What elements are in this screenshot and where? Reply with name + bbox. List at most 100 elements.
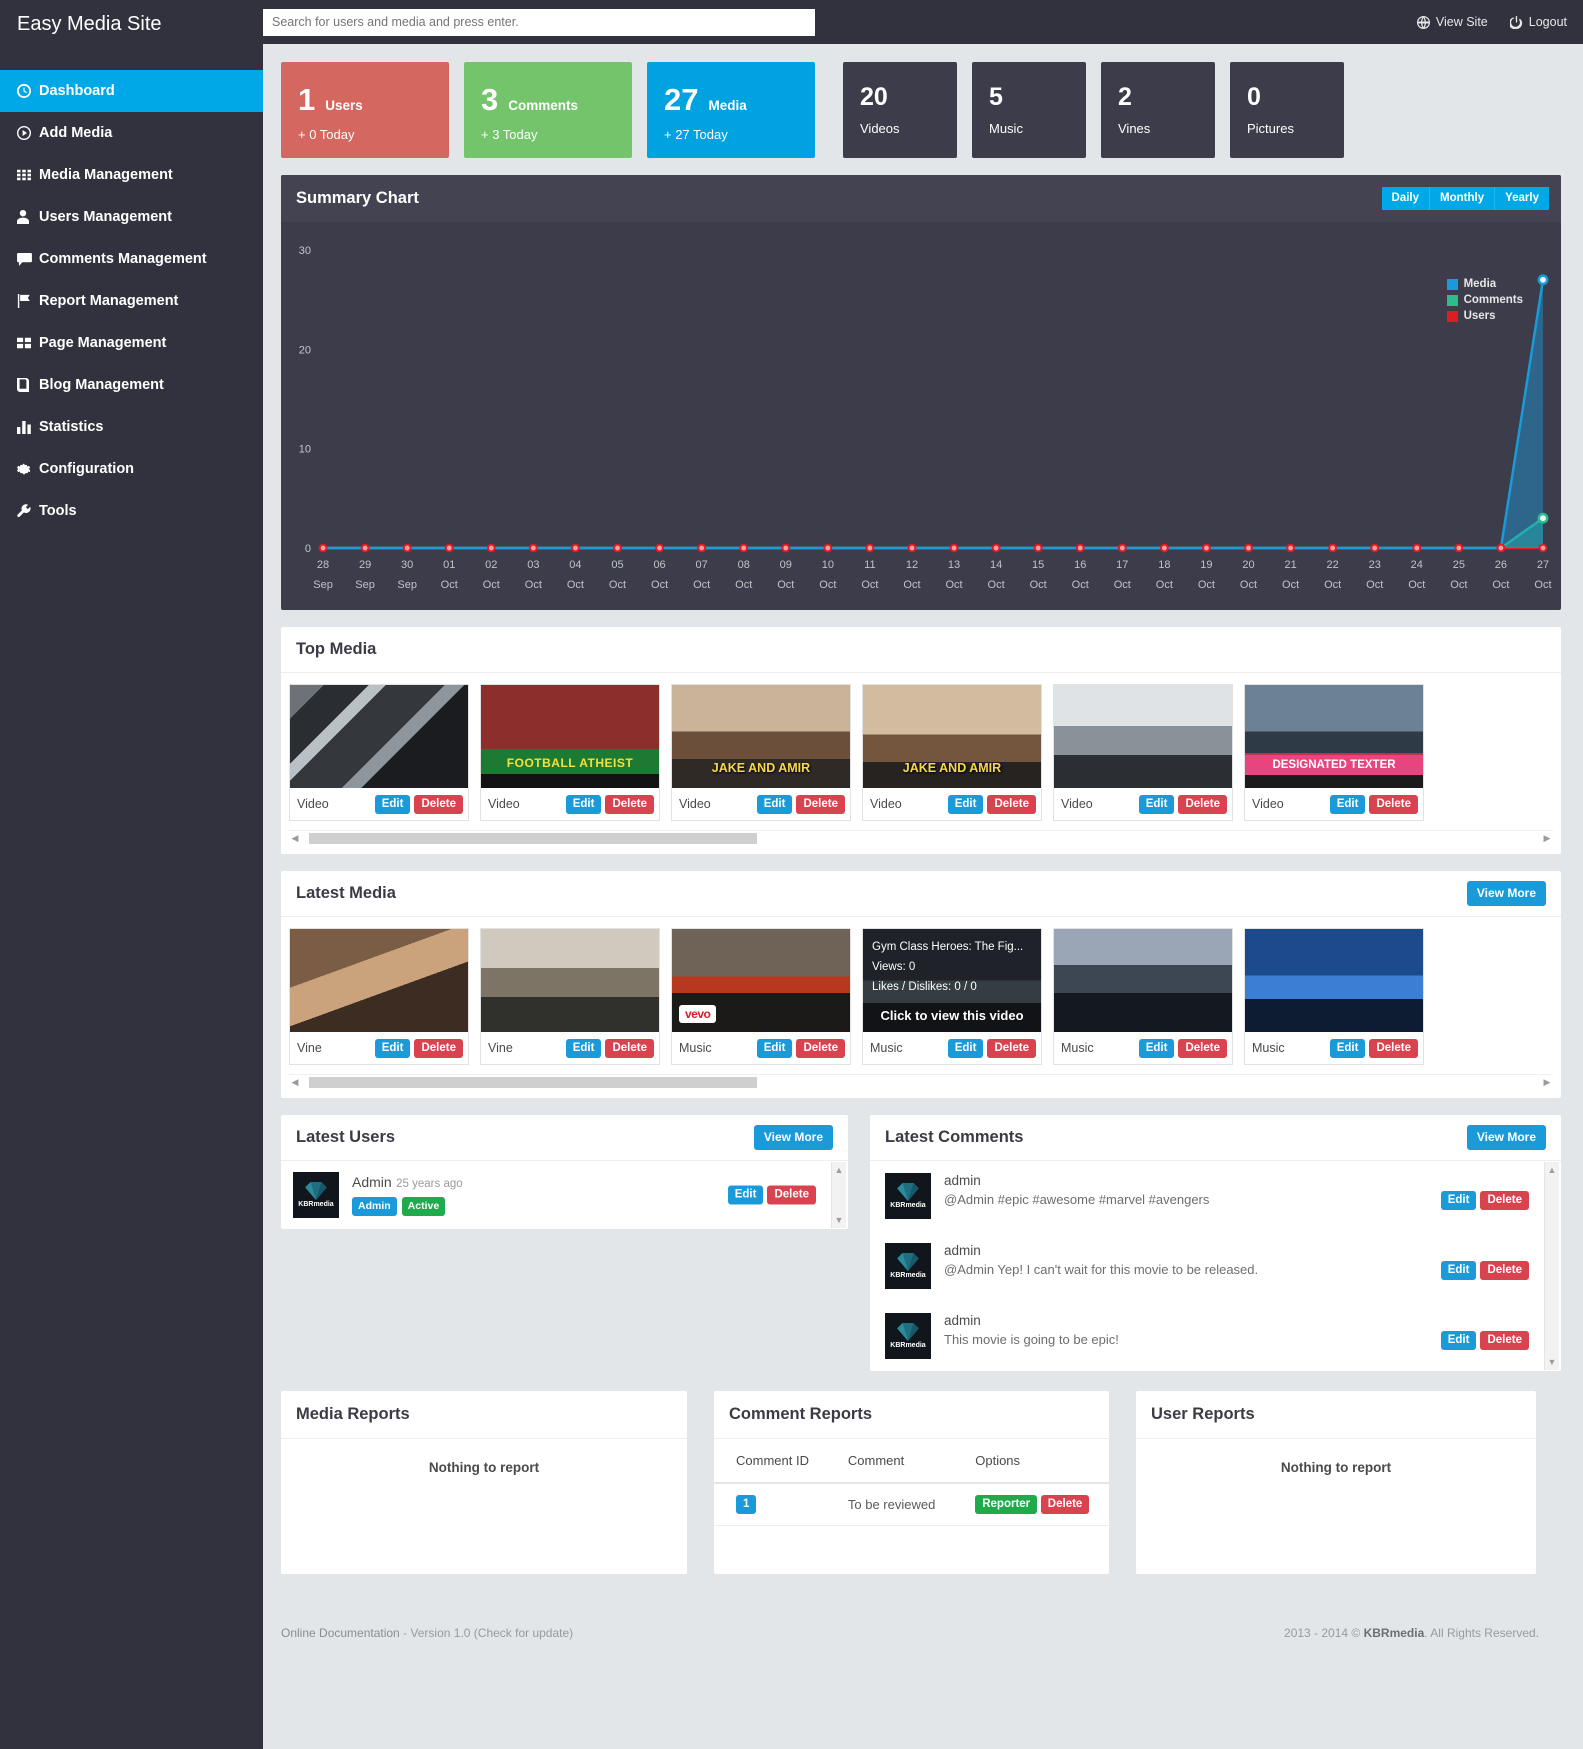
view-site-link[interactable]: View Site bbox=[1416, 15, 1488, 29]
sidebar-item-report-management[interactable]: Report Management bbox=[0, 280, 263, 322]
chart-range-yearly[interactable]: Yearly bbox=[1495, 187, 1549, 210]
sidebar-item-configuration[interactable]: Configuration bbox=[0, 448, 263, 490]
media-thumbnail[interactable] bbox=[290, 685, 468, 788]
delete-button[interactable]: Delete bbox=[414, 1038, 463, 1058]
delete-button[interactable]: Delete bbox=[1040, 1495, 1090, 1514]
edit-button[interactable]: Edit bbox=[565, 1038, 602, 1058]
delete-button[interactable]: Delete bbox=[605, 1038, 654, 1058]
media-thumbnail[interactable] bbox=[290, 929, 468, 1032]
list-item[interactable]: KBRmedia admin @Admin Yep! I can't wait fo… bbox=[870, 1231, 1561, 1301]
latest-media-scrollbar[interactable]: ◀ ▶ bbox=[289, 1074, 1553, 1089]
delete-button[interactable]: Delete bbox=[605, 794, 654, 814]
delete-button[interactable]: Delete bbox=[796, 1038, 845, 1058]
sidebar-item-users-management[interactable]: Users Management bbox=[0, 196, 263, 238]
scroll-thumb[interactable] bbox=[309, 832, 757, 844]
sidebar-item-tools[interactable]: Tools bbox=[0, 490, 263, 532]
media-card[interactable]: Vine Edit Delete bbox=[480, 928, 660, 1065]
chart-range-daily[interactable]: Daily bbox=[1381, 187, 1431, 210]
delete-button[interactable]: Delete bbox=[1178, 1038, 1227, 1058]
list-item[interactable]: KBRmedia admin @Admin #epic #awesome #marv… bbox=[870, 1161, 1561, 1231]
latest-media-view-more-button[interactable]: View More bbox=[1466, 881, 1546, 906]
edit-button[interactable]: Edit bbox=[1440, 1261, 1477, 1280]
delete-button[interactable]: Delete bbox=[987, 1038, 1036, 1058]
delete-button[interactable]: Delete bbox=[767, 1185, 816, 1205]
scroll-up-icon[interactable]: ▲ bbox=[835, 1165, 844, 1175]
list-item[interactable]: KBRmedia admin This movie is going to be e… bbox=[870, 1301, 1561, 1371]
summary-chart-svg[interactable]: 28 Sep 29 Sep 30 Sep 01 Oct 02 Oct 03 Oct 04 Oct 05 Oct… bbox=[281, 222, 1561, 610]
media-thumbnail[interactable] bbox=[1054, 929, 1232, 1032]
scroll-right-icon[interactable]: ▶ bbox=[1541, 833, 1553, 844]
list-item[interactable]: KBRmedia Admin 25 years ago Admin Active bbox=[281, 1161, 848, 1229]
stat-card-videos[interactable]: 20 Videos bbox=[843, 62, 957, 158]
delete-button[interactable]: Delete bbox=[1178, 794, 1227, 814]
media-thumbnail[interactable]: JAKE AND AMIR bbox=[863, 685, 1041, 788]
scroll-down-icon[interactable]: ▼ bbox=[835, 1215, 844, 1225]
stat-card-music[interactable]: 5 Music bbox=[972, 62, 1086, 158]
media-card[interactable]: Music Edit Delete bbox=[1053, 928, 1233, 1065]
sidebar-item-comments-management[interactable]: Comments Management bbox=[0, 238, 263, 280]
delete-button[interactable]: Delete bbox=[1369, 1038, 1418, 1058]
media-thumbnail[interactable] bbox=[1054, 685, 1232, 788]
reporter-button[interactable]: Reporter bbox=[975, 1495, 1038, 1514]
media-thumbnail[interactable]: Gym Class Heroes: The Fig... Views: 0 Like… bbox=[863, 929, 1041, 1032]
top-media-scrollbar[interactable]: ◀ ▶ bbox=[289, 830, 1553, 845]
media-thumbnail[interactable] bbox=[481, 929, 659, 1032]
online-documentation-link[interactable]: Online Documentation bbox=[281, 1626, 400, 1640]
latest-users-view-more-button[interactable]: View More bbox=[753, 1125, 833, 1150]
table-row[interactable]: 1 To be reviewed Reporter Delete bbox=[714, 1483, 1109, 1526]
scroll-thumb[interactable] bbox=[309, 1076, 757, 1088]
media-card[interactable]: JAKE AND AMIR Video Edit Delete bbox=[671, 684, 851, 821]
edit-button[interactable]: Edit bbox=[1329, 1038, 1366, 1058]
scroll-track[interactable] bbox=[301, 1076, 1541, 1088]
scroll-down-icon[interactable]: ▼ bbox=[1548, 1357, 1557, 1367]
stat-card-media[interactable]: 27 Media + 27 Today bbox=[647, 62, 815, 158]
media-card[interactable]: JAKE AND AMIR Video Edit Delete bbox=[862, 684, 1042, 821]
edit-button[interactable]: Edit bbox=[374, 1038, 411, 1058]
media-thumbnail[interactable]: JAKE AND AMIR bbox=[672, 685, 850, 788]
delete-button[interactable]: Delete bbox=[796, 794, 845, 814]
sidebar-item-add-media[interactable]: Add Media bbox=[0, 112, 263, 154]
scroll-left-icon[interactable]: ◀ bbox=[289, 833, 301, 844]
logout-link[interactable]: Logout bbox=[1509, 15, 1567, 29]
sidebar-item-statistics[interactable]: Statistics bbox=[0, 406, 263, 448]
delete-button[interactable]: Delete bbox=[414, 794, 463, 814]
sidebar-item-dashboard[interactable]: Dashboard bbox=[0, 70, 263, 112]
delete-button[interactable]: Delete bbox=[987, 794, 1036, 814]
sidebar-item-blog-management[interactable]: Blog Management bbox=[0, 364, 263, 406]
media-overlay[interactable]: Gym Class Heroes: The Fig... Views: 0 Like… bbox=[863, 929, 1041, 1032]
edit-button[interactable]: Edit bbox=[947, 794, 984, 814]
delete-button[interactable]: Delete bbox=[1369, 794, 1418, 814]
users-vertical-scrollbar[interactable]: ▲ ▼ bbox=[831, 1162, 846, 1228]
stat-card-vines[interactable]: 2 Vines bbox=[1101, 62, 1215, 158]
media-thumbnail[interactable]: FOOTBALL ATHEIST bbox=[481, 685, 659, 788]
scroll-right-icon[interactable]: ▶ bbox=[1541, 1077, 1553, 1088]
media-thumbnail[interactable]: vevo bbox=[672, 929, 850, 1032]
edit-button[interactable]: Edit bbox=[756, 794, 793, 814]
sidebar-item-media-management[interactable]: Media Management bbox=[0, 154, 263, 196]
media-card[interactable]: Video Edit Delete bbox=[289, 684, 469, 821]
edit-button[interactable]: Edit bbox=[756, 1038, 793, 1058]
media-card[interactable]: FOOTBALL ATHEIST Video Edit Delete bbox=[480, 684, 660, 821]
media-thumbnail[interactable] bbox=[1245, 929, 1423, 1032]
edit-button[interactable]: Edit bbox=[1440, 1331, 1477, 1350]
media-card[interactable]: Vine Edit Delete bbox=[289, 928, 469, 1065]
edit-button[interactable]: Edit bbox=[1440, 1191, 1477, 1210]
stat-card-comments[interactable]: 3 Comments + 3 Today bbox=[464, 62, 632, 158]
delete-button[interactable]: Delete bbox=[1480, 1191, 1529, 1210]
sidebar-item-page-management[interactable]: Page Management bbox=[0, 322, 263, 364]
scroll-track[interactable] bbox=[301, 832, 1541, 844]
edit-button[interactable]: Edit bbox=[727, 1185, 764, 1205]
delete-button[interactable]: Delete bbox=[1480, 1261, 1529, 1280]
stat-card-users[interactable]: 1 Users + 0 Today bbox=[281, 62, 449, 158]
media-card[interactable]: Music Edit Delete bbox=[1244, 928, 1424, 1065]
edit-button[interactable]: Edit bbox=[1138, 794, 1175, 814]
edit-button[interactable]: Edit bbox=[1329, 794, 1366, 814]
media-card[interactable]: Gym Class Heroes: The Fig... Views: 0 Like… bbox=[862, 928, 1042, 1065]
search-input[interactable] bbox=[263, 8, 815, 36]
scroll-up-icon[interactable]: ▲ bbox=[1548, 1165, 1557, 1175]
stat-card-pictures[interactable]: 0 Pictures bbox=[1230, 62, 1344, 158]
media-card[interactable]: DESIGNATED TEXTER Video Edit Delete bbox=[1244, 684, 1424, 821]
media-thumbnail[interactable]: DESIGNATED TEXTER bbox=[1245, 685, 1423, 788]
comments-vertical-scrollbar[interactable]: ▲ ▼ bbox=[1544, 1162, 1559, 1370]
edit-button[interactable]: Edit bbox=[565, 794, 602, 814]
